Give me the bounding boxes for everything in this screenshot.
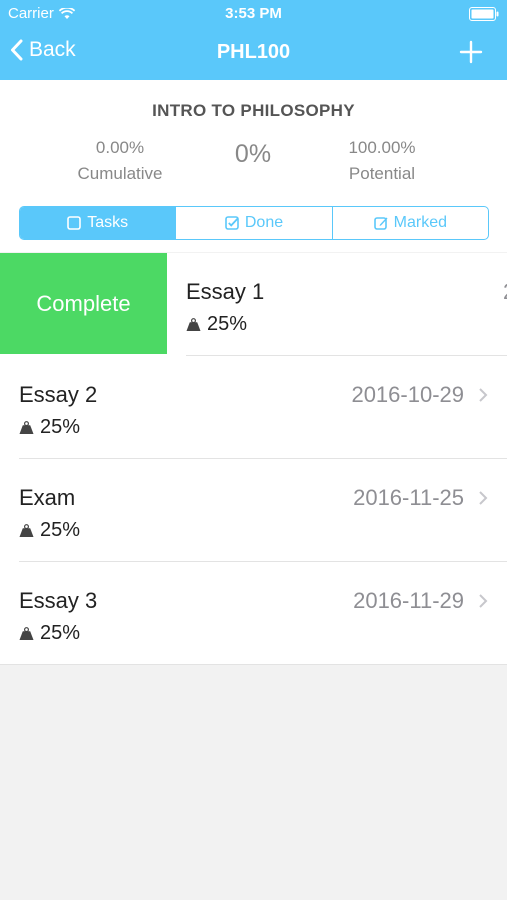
- task-due-date: 2016-10-15: [503, 279, 507, 305]
- task-weight: 25%: [19, 622, 80, 645]
- task-row[interactable]: Essay 3 25% 2016-11-29: [0, 562, 507, 665]
- potential-label: Potential: [348, 164, 416, 183]
- tab-marked-label: Marked: [393, 214, 447, 231]
- tab-done-label: Done: [244, 214, 284, 231]
- task-row[interactable]: Essay 2 25% 2016-10-29: [0, 356, 507, 459]
- tab-marked[interactable]: Marked: [331, 207, 488, 239]
- cumulative-stat: 0.00% Cumulative: [58, 138, 182, 184]
- course-summary: INTRO TO PHILOSOPHY 0.00% Cumulative 0% …: [0, 80, 507, 252]
- checkbox-icon: [225, 216, 239, 230]
- weight-icon: [19, 421, 34, 434]
- potential-stat: 100.00% Potential: [320, 138, 444, 184]
- weight-icon: [19, 627, 34, 640]
- cumulative-label: Cumulative: [77, 164, 163, 183]
- weight-icon: [19, 524, 34, 537]
- status-time: 3:53 PM: [225, 5, 282, 22]
- complete-button[interactable]: Complete: [0, 253, 167, 354]
- task-name: Essay 2: [19, 382, 98, 407]
- task-due-date: 2016-11-25: [353, 485, 464, 510]
- task-row-content[interactable]: Essay 1 25% 2016-10-15: [167, 253, 507, 356]
- task-name: Exam: [19, 485, 76, 510]
- edit-icon: [373, 217, 388, 230]
- task-name: Essay 1: [186, 279, 265, 304]
- tab-tasks[interactable]: Tasks: [20, 207, 176, 239]
- chevron-right-icon: [479, 491, 488, 505]
- tab-done[interactable]: Done: [175, 207, 331, 239]
- task-weight-value: 25%: [40, 622, 81, 644]
- status-bar: Carrier 3:53 PM: [0, 0, 507, 28]
- task-weight: 25%: [19, 519, 80, 542]
- task-weight: 25%: [19, 416, 80, 439]
- navigation-bar: Back PHL100: [0, 28, 507, 80]
- potential-value: 100.00%: [348, 138, 416, 157]
- tab-tasks-label: Tasks: [87, 214, 129, 231]
- course-name: INTRO TO PHILOSOPHY: [152, 101, 355, 120]
- task-row[interactable]: Exam 25% 2016-11-25: [0, 459, 507, 562]
- current-grade: 0%: [234, 140, 272, 168]
- cumulative-value: 0.00%: [95, 138, 145, 157]
- task-weight-value: 25%: [40, 416, 81, 438]
- task-list: Complete Essay 1 25% 2016-10-15 Essay 2 …: [0, 253, 507, 665]
- task-weight-value: 25%: [40, 519, 81, 541]
- task-weight: 25%: [186, 313, 247, 336]
- battery-icon: [469, 7, 499, 21]
- add-icon[interactable]: [459, 40, 483, 64]
- square-icon: [67, 216, 82, 230]
- chevron-right-icon: [479, 594, 488, 608]
- task-row-swiped[interactable]: Complete Essay 1 25% 2016-10-15: [0, 253, 507, 356]
- task-due-date: 2016-11-29: [353, 588, 464, 613]
- task-filter-segmented-control: Tasks Done Marked: [19, 206, 489, 240]
- task-name: Essay 3: [19, 588, 98, 613]
- page-title: PHL100: [216, 41, 291, 63]
- weight-icon: [186, 318, 201, 331]
- task-due-date: 2016-10-29: [351, 382, 464, 407]
- task-weight-value: 25%: [207, 313, 248, 335]
- chevron-right-icon: [479, 388, 488, 402]
